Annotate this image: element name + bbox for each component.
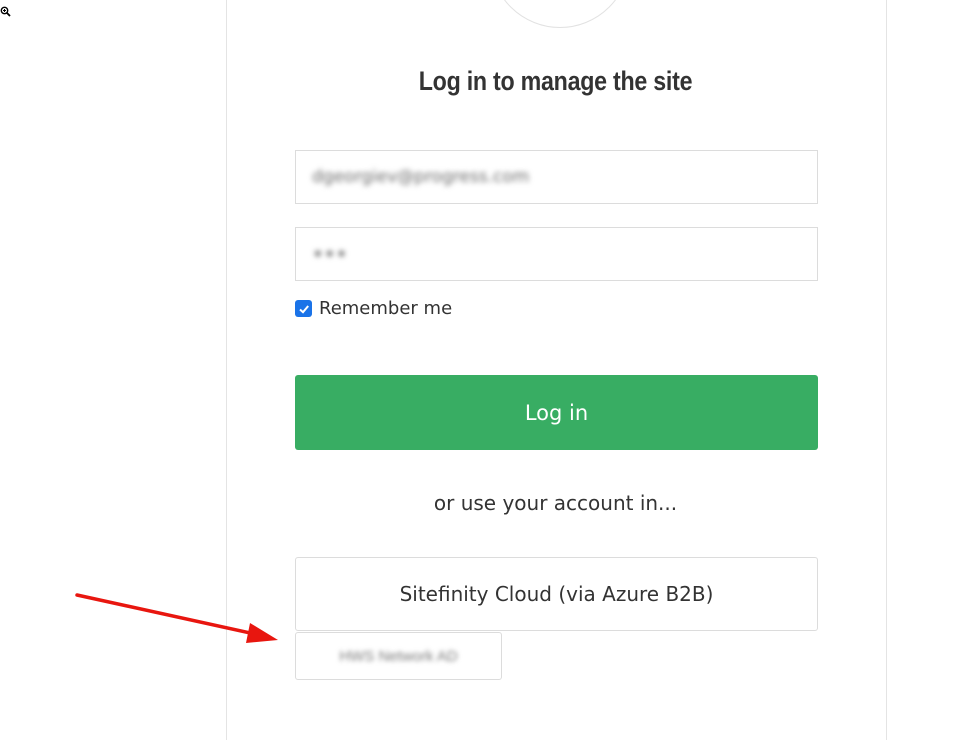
- remember-label: Remember me: [319, 298, 453, 319]
- zoom-in-icon[interactable]: [0, 6, 11, 20]
- network-ad-label: HWS Network AD: [339, 647, 458, 665]
- password-value: •••: [312, 242, 348, 266]
- email-value: dgeorgiev@progress.com: [312, 167, 530, 187]
- sitefinity-cloud-button[interactable]: Sitefinity Cloud (via Azure B2B): [295, 557, 818, 631]
- remember-checkbox[interactable]: [295, 300, 312, 317]
- email-field[interactable]: dgeorgiev@progress.com: [295, 150, 818, 204]
- alternative-login-prompt: or use your account in...: [433, 491, 678, 515]
- network-ad-button[interactable]: HWS Network AD: [295, 632, 502, 680]
- password-field[interactable]: •••: [295, 227, 818, 281]
- remember-me[interactable]: Remember me: [295, 298, 452, 319]
- check-icon: [298, 304, 309, 314]
- login-button[interactable]: Log in: [295, 375, 818, 450]
- page-title: Log in to manage the site: [418, 66, 693, 96]
- annotation-arrow-icon: [75, 593, 278, 643]
